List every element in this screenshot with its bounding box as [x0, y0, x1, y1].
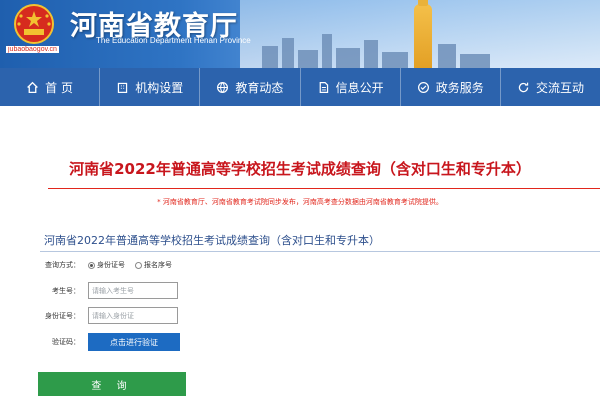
radio-label: 报名序号: [144, 261, 172, 269]
nav-item-interaction[interactable]: 交流互动: [501, 68, 600, 106]
query-button[interactable]: 查 询: [38, 372, 186, 396]
nav-item-label: 信息公开: [335, 80, 384, 95]
header-banner: jubaobaogov.cn 河南省教育厅 The Education Depa…: [0, 0, 600, 68]
landmark-tower: [414, 0, 432, 68]
nav-item-label: 首 页: [45, 80, 73, 95]
nav-item-services[interactable]: 政务服务: [401, 68, 501, 106]
exam-number-row: 考生号：: [0, 282, 178, 299]
id-number-row: 身份证号：: [0, 307, 178, 324]
skyline-building: [298, 50, 318, 68]
nav-item-news[interactable]: 教育动态: [200, 68, 301, 106]
nav-item-label: 机构设置: [135, 80, 184, 95]
page-title: 河南省2022年普通高等学校招生考试成绩查询（含对口生和专升本）: [69, 160, 531, 178]
skyline-building: [382, 52, 408, 68]
radio-id-number[interactable]: 身份证号: [88, 260, 125, 270]
document-icon: [319, 81, 328, 93]
skyline-building: [438, 44, 456, 68]
radio-checked-icon: [88, 261, 95, 269]
method-row: 查询方式： 身份证号 报名序号: [0, 260, 178, 270]
service-icon: [417, 81, 429, 93]
home-icon: [27, 81, 39, 93]
building-icon: [118, 82, 128, 93]
captcha-label: 验证码：: [52, 338, 80, 346]
nav-item-organization[interactable]: 机构设置: [100, 68, 201, 106]
skyline-building: [262, 46, 278, 68]
skyline-building: [336, 48, 360, 68]
nav-item-label: 教育动态: [235, 80, 284, 95]
radio-label: 身份证号: [97, 261, 125, 269]
skyline-building: [282, 38, 294, 68]
globe-icon: [217, 81, 229, 93]
exam-number-label: 考生号：: [52, 286, 80, 295]
page: jubaobaogov.cn 河南省教育厅 The Education Depa…: [0, 0, 600, 400]
nav-item-disclosure[interactable]: 信息公开: [301, 68, 401, 106]
nav-item-home[interactable]: 首 页: [0, 68, 101, 106]
verify-button[interactable]: 点击进行验证: [88, 333, 180, 351]
radio-registration-number[interactable]: 报名序号: [135, 260, 172, 270]
panel-divider: [40, 251, 600, 252]
exam-number-input[interactable]: [88, 282, 178, 299]
id-number-label: 身份证号：: [45, 311, 80, 320]
nav-item-label: 交流互动: [535, 80, 584, 95]
site-subtitle: The Education Department Henan Province: [96, 36, 251, 45]
title-divider: [48, 188, 600, 189]
skyline-building: [322, 34, 332, 68]
id-number-input[interactable]: [88, 307, 178, 324]
skyline-building: [364, 40, 378, 68]
main-nav: 首 页 机构设置 教育动态 信息公开 政务服务 交流互动: [0, 68, 600, 106]
national-emblem-icon: [14, 4, 54, 44]
spacer-bar: [0, 106, 600, 140]
nav-item-label: 政务服务: [435, 80, 484, 95]
captcha-row: 验证码： 点击进行验证: [0, 333, 180, 351]
skyline-building: [460, 54, 490, 68]
query-panel-title: 河南省2022年普通高等学校招生考试成绩查询（含对口生和专升本）: [44, 234, 380, 247]
radio-unchecked-icon: [135, 261, 142, 269]
emblem-caption: jubaobaogov.cn: [6, 46, 59, 53]
source-notice: * 河南省教育厅、河南省教育考试院同步发布，河南高考查分数据由河南省教育考试院提…: [157, 198, 443, 206]
refresh-icon: [518, 82, 529, 92]
method-label: 查询方式：: [45, 261, 80, 269]
